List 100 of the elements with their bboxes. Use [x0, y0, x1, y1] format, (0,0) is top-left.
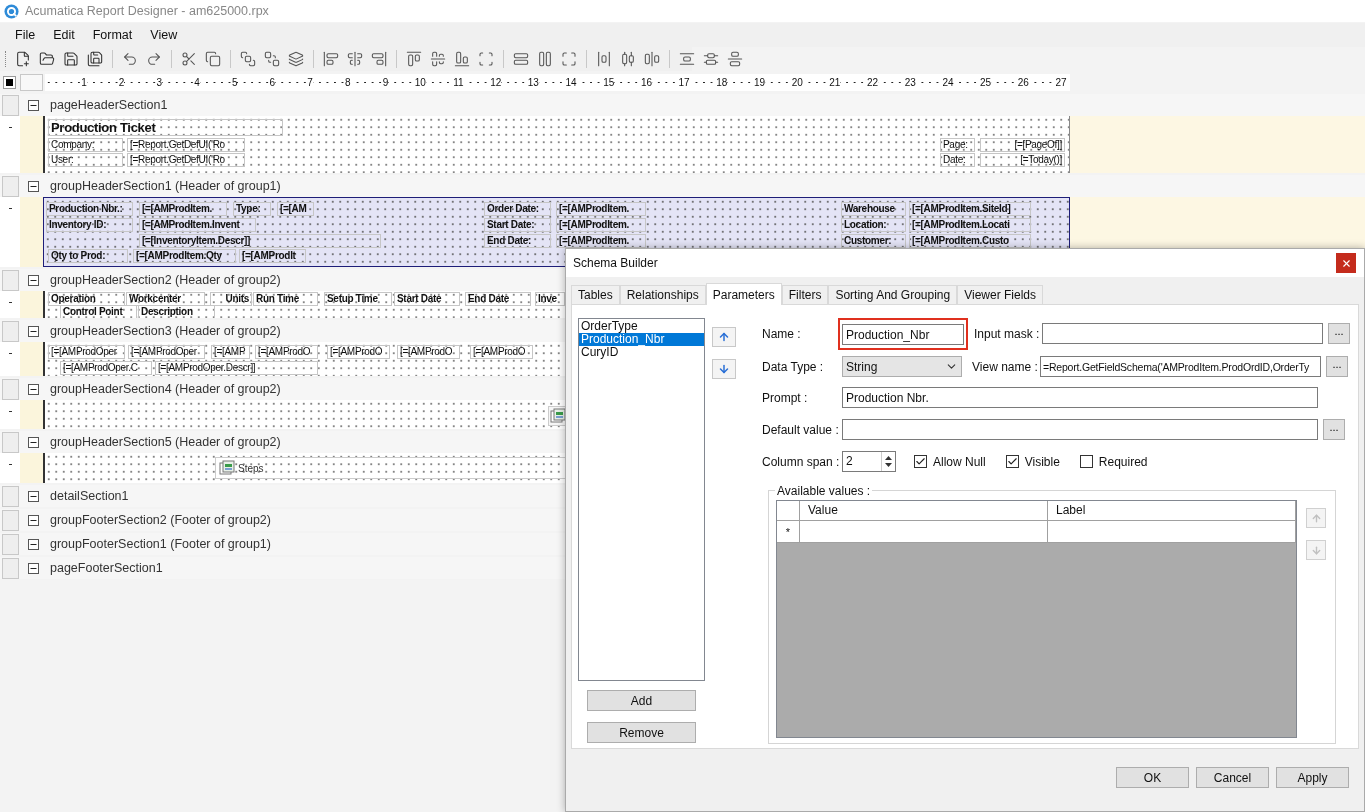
report-textbox[interactable]: Start Date: [394, 292, 460, 306]
tab[interactable]: Parameters: [705, 283, 782, 305]
space-around-icon[interactable]: [596, 51, 612, 67]
collapse-icon[interactable]: [28, 514, 39, 526]
distribute-icon[interactable]: [620, 51, 636, 67]
align-center-icon[interactable]: [347, 51, 363, 67]
save-all-icon[interactable]: [87, 51, 103, 67]
report-textbox[interactable]: [=[AMProdOper.Descr]]: [155, 361, 318, 375]
report-textbox[interactable]: [=[InventoryItem.Descr]]: [139, 234, 381, 248]
report-textbox[interactable]: Date:: [940, 153, 975, 167]
redo-icon[interactable]: [146, 51, 162, 67]
dialog-button[interactable]: Cancel: [1196, 767, 1269, 788]
open-folder-icon[interactable]: [39, 51, 55, 67]
collapse-icon[interactable]: [28, 436, 39, 448]
dialog-button[interactable]: Remove: [587, 722, 696, 743]
report-textbox[interactable]: Description: [138, 305, 215, 318]
report-textbox[interactable]: [=[PageOf]]: [980, 138, 1065, 152]
menu-item[interactable]: View: [143, 25, 185, 45]
parameter-item[interactable]: Production_Nbr: [579, 333, 704, 346]
report-textbox[interactable]: Start Date:: [484, 218, 551, 232]
default-value-field[interactable]: [842, 419, 1318, 440]
align-left-icon[interactable]: [323, 51, 339, 67]
checkbox[interactable]: [914, 455, 927, 468]
checkbox-label[interactable]: Allow Null: [933, 452, 986, 471]
report-textbox[interactable]: Order Date:: [484, 202, 551, 216]
report-textbox[interactable]: [=[AMProdItem.: [556, 234, 646, 248]
report-textbox[interactable]: Run Time: [253, 292, 318, 306]
row-handle[interactable]: [2, 94, 19, 116]
name-field[interactable]: Production_Nbr: [842, 324, 964, 345]
row-handle[interactable]: [2, 320, 19, 342]
collapse-icon[interactable]: [28, 383, 39, 395]
report-textbox[interactable]: [=[AMProdOper: [128, 345, 205, 359]
collapse-icon[interactable]: [28, 180, 39, 192]
report-textbox[interactable]: [=[AMProdOper: [48, 345, 125, 359]
report-textbox[interactable]: [=[AMProdItem.Qty: [133, 249, 236, 263]
row-handle[interactable]: [2, 509, 19, 531]
report-textbox[interactable]: Customer:: [841, 234, 906, 248]
dialog-button[interactable]: Apply: [1276, 767, 1349, 788]
report-textbox[interactable]: End Date: [465, 292, 531, 306]
report-textbox[interactable]: Location:: [841, 218, 906, 232]
justify-icon[interactable]: [644, 51, 660, 67]
report-textbox[interactable]: Qty to Prod:: [48, 249, 128, 263]
column-span-spinner[interactable]: 2: [842, 451, 896, 472]
vertical-justify-icon[interactable]: [727, 51, 743, 67]
browse-button[interactable]: ...: [1328, 323, 1350, 344]
view-name-field[interactable]: =Report.GetFieldSchema('AMProdItem.ProdOrdID,OrderTy: [1040, 356, 1321, 377]
report-textbox[interactable]: Setup Time: [324, 292, 392, 306]
save-icon[interactable]: [63, 51, 79, 67]
row-handle[interactable]: [2, 533, 19, 555]
tab[interactable]: Sorting And Grouping: [828, 285, 958, 304]
row-handle[interactable]: [2, 485, 19, 507]
parameter-item[interactable]: OrderType: [579, 320, 704, 333]
report-textbox[interactable]: [=[AMProdO: [470, 345, 533, 359]
report-textbox[interactable]: [=[AMProdItem.Custo: [909, 234, 1031, 248]
report-textbox[interactable]: Units: [210, 292, 252, 306]
collapse-icon[interactable]: [28, 325, 39, 337]
align-right-icon[interactable]: [371, 51, 387, 67]
report-textbox[interactable]: [=[AMProdItem.SiteId]: [909, 202, 1031, 216]
menu-item[interactable]: File: [8, 25, 43, 45]
checkbox-label[interactable]: Required: [1098, 452, 1148, 471]
cut-icon[interactable]: [181, 51, 197, 67]
report-textbox[interactable]: Warehouse: [841, 202, 906, 216]
report-textbox[interactable]: [=[AMP: [211, 345, 250, 359]
undo-icon[interactable]: [122, 51, 138, 67]
report-textbox[interactable]: [=[AMProdItem.: [556, 202, 646, 216]
collapse-icon[interactable]: [28, 562, 39, 574]
menu-item[interactable]: Format: [85, 25, 140, 45]
report-textbox[interactable]: [=Report.GetDefUI('Ro: [127, 138, 245, 152]
prompt-field[interactable]: Production Nbr.: [842, 387, 1318, 408]
tab[interactable]: Filters: [781, 285, 829, 304]
report-textbox[interactable]: Production Nbr.:: [46, 202, 133, 216]
tab[interactable]: Tables: [571, 285, 620, 304]
move-up-button[interactable]: [712, 327, 736, 347]
row-handle[interactable]: [2, 378, 19, 400]
layers-icon[interactable]: [288, 51, 304, 67]
parameter-item[interactable]: CuryID: [579, 346, 704, 359]
report-textbox[interactable]: Control Point: [60, 305, 137, 318]
row-handle[interactable]: [2, 269, 19, 291]
report-textbox[interactable]: [=[AMProdItem.: [556, 218, 646, 232]
browse-button[interactable]: ...: [1326, 356, 1348, 377]
vertical-distribute-icon[interactable]: [703, 51, 719, 67]
send-back-icon[interactable]: [264, 51, 280, 67]
row-handle[interactable]: [2, 431, 19, 453]
report-textbox[interactable]: [=[AMProdItem.Invent: [139, 218, 256, 232]
tab[interactable]: Relationships: [619, 285, 706, 304]
row-handle[interactable]: [2, 175, 19, 197]
report-textbox[interactable]: [=[AMProdItem.Locati: [909, 218, 1031, 232]
report-textbox[interactable]: [=[AMProdO: [327, 345, 390, 359]
report-textbox[interactable]: [=[AMProdO: [397, 345, 460, 359]
subreport-box[interactable]: [548, 406, 568, 426]
report-textbox[interactable]: [=Today()]: [980, 153, 1065, 167]
report-textbox[interactable]: Production Ticket: [48, 119, 283, 136]
report-textbox[interactable]: [=[AMProdO: [255, 345, 318, 359]
collapse-icon[interactable]: [28, 99, 39, 111]
corner-square-icon[interactable]: [3, 75, 16, 89]
report-textbox[interactable]: End Date:: [484, 234, 551, 248]
report-textbox[interactable]: [=Report.GetDefUI('Ro: [127, 153, 245, 167]
column-header[interactable]: Label: [1048, 501, 1296, 520]
dialog-button[interactable]: OK: [1116, 767, 1189, 788]
copy-icon[interactable]: [205, 51, 221, 67]
